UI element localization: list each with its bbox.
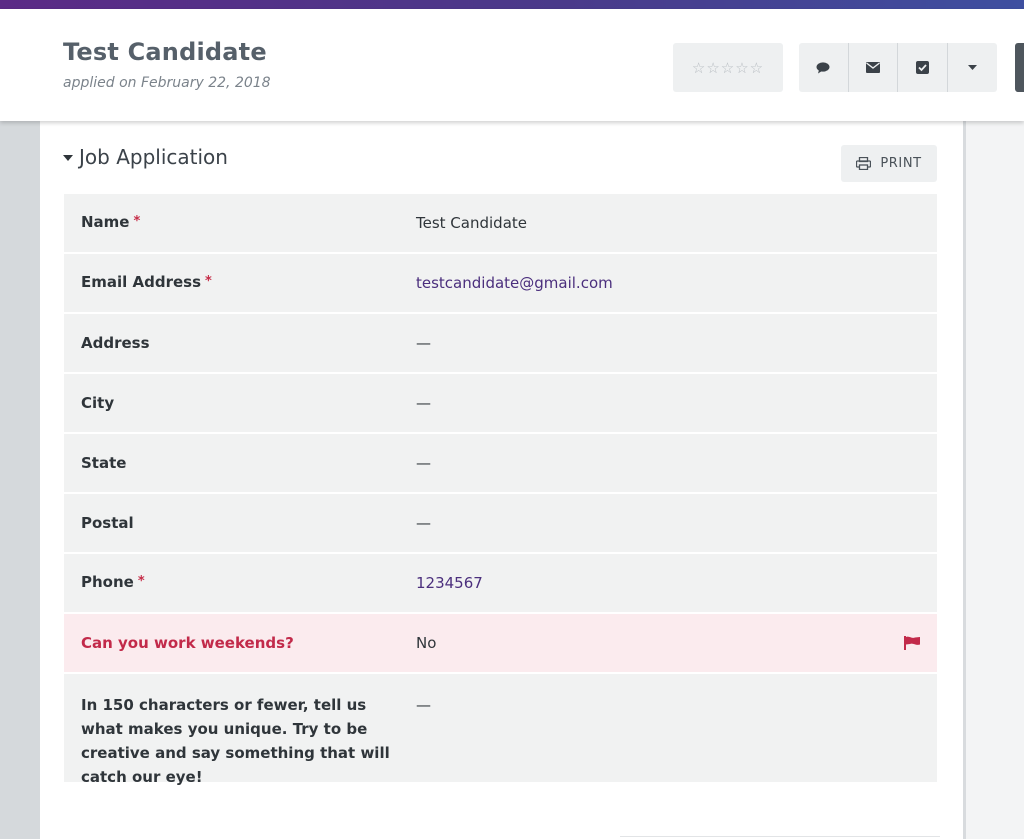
field-value: — (416, 454, 431, 472)
field-value: — (416, 696, 431, 714)
required-marker: * (205, 274, 212, 289)
table-row: City — (64, 374, 937, 432)
table-row-flagged: Can you work weekends? No (64, 614, 937, 672)
more-actions-dropdown[interactable] (948, 43, 998, 92)
field-label: Phone (81, 573, 134, 591)
comment-icon (816, 61, 830, 73)
field-label: In 150 characters or fewer, tell us what… (81, 696, 390, 786)
table-row: In 150 characters or fewer, tell us what… (64, 674, 937, 786)
task-button[interactable] (898, 43, 948, 92)
section-toggle[interactable]: Job Application (63, 145, 228, 169)
email-button[interactable] (849, 43, 898, 92)
field-label: Email Address (81, 273, 202, 291)
field-label: Address (81, 334, 150, 352)
table-row: Postal — (64, 494, 937, 552)
offscreen-action-button[interactable] (1015, 43, 1024, 92)
field-label: City (81, 394, 115, 412)
field-value: Test Candidate (416, 214, 527, 232)
printer-icon (856, 157, 872, 170)
field-label: Name (81, 213, 130, 231)
section-title: Job Application (79, 145, 228, 169)
phone-link[interactable]: 1234567 (416, 574, 483, 592)
candidate-header: Test Candidate applied on February 22, 2… (0, 9, 1024, 121)
field-value: — (416, 514, 431, 532)
required-marker: * (137, 574, 145, 589)
email-link[interactable]: testcandidate@gmail.com (416, 274, 613, 292)
task-check-icon (915, 61, 929, 74)
field-label: State (81, 454, 127, 472)
table-row: Name * Test Candidate (64, 194, 937, 252)
table-row: Phone * 1234567 (64, 554, 937, 612)
print-button[interactable]: PRINT (841, 145, 937, 182)
brand-top-bar (0, 0, 1024, 9)
field-label: Postal (81, 514, 134, 532)
field-value: — (416, 394, 431, 412)
table-row: State — (64, 434, 937, 492)
application-fields-table: Name * Test Candidate Email Address * test… (64, 194, 937, 786)
right-side-panel (963, 121, 1024, 839)
required-marker: * (133, 214, 141, 229)
candidate-actions-group (799, 43, 997, 92)
field-value: No (416, 634, 437, 652)
flag-icon[interactable] (904, 636, 920, 650)
email-icon (865, 62, 880, 73)
caret-down-icon (63, 155, 73, 161)
comment-button[interactable] (799, 43, 849, 92)
candidate-name: Test Candidate (63, 38, 267, 66)
star-rating[interactable]: ☆☆☆☆☆ (673, 43, 783, 92)
table-row: Email Address * testcandidate@gmail.com (64, 254, 937, 312)
applied-date: applied on February 22, 2018 (63, 75, 271, 91)
field-value: — (416, 334, 431, 352)
print-label: PRINT (880, 156, 922, 171)
field-label: Can you work weekends? (81, 634, 294, 652)
table-row: Address — (64, 314, 937, 372)
left-gutter (0, 121, 40, 839)
dropdown-caret-icon (967, 65, 977, 70)
